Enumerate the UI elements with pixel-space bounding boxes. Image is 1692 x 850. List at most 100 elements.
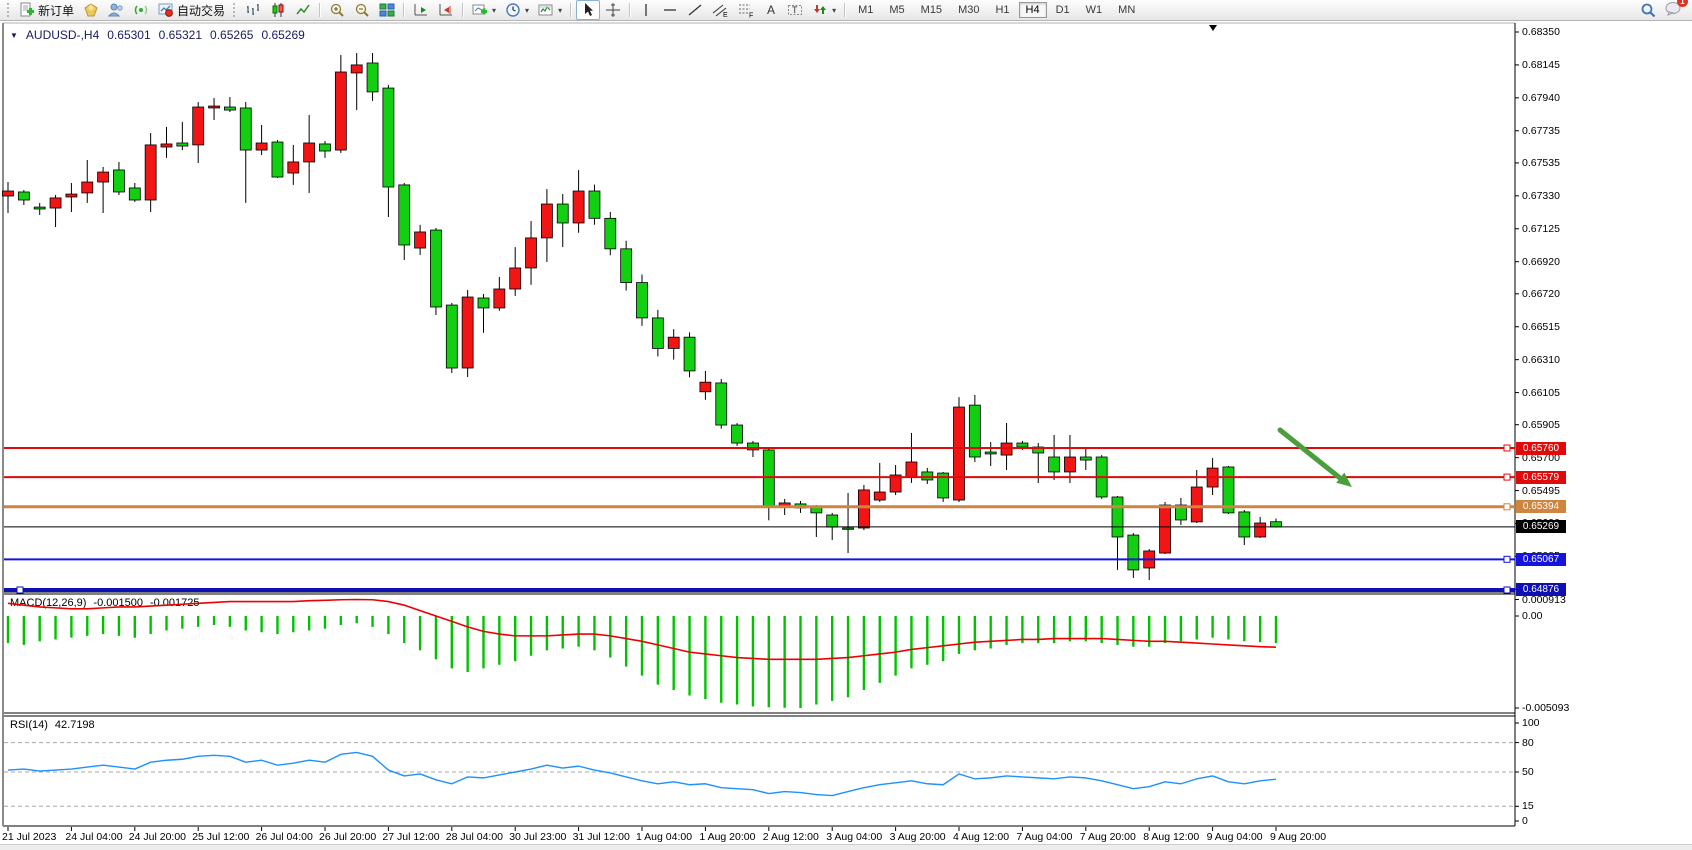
- time-tick-label[interactable]: 4 Aug 12:00: [953, 831, 1009, 843]
- notifications-button[interactable]: 1: [1664, 0, 1682, 21]
- bar-chart-button[interactable]: [241, 0, 265, 20]
- macd-value-signal: -0.001725: [150, 597, 200, 609]
- price-tick-label: 0.67125: [1522, 223, 1560, 235]
- periods-button[interactable]: ▾: [501, 0, 533, 20]
- price-tick-label: 0.68145: [1522, 59, 1560, 71]
- horizontal-line-button[interactable]: [658, 0, 682, 20]
- timeframe-h4-button[interactable]: H4: [1019, 2, 1047, 18]
- signals-button[interactable]: [129, 0, 153, 20]
- vertical-line-button[interactable]: [635, 0, 657, 20]
- time-tick-label[interactable]: 9 Aug 20:00: [1270, 831, 1326, 843]
- price-tick-label: 0.67330: [1522, 190, 1560, 202]
- time-tick-label[interactable]: 3 Aug 20:00: [890, 831, 946, 843]
- community-button[interactable]: [104, 0, 128, 20]
- hline-price-label: 0.65269: [1516, 520, 1566, 533]
- price-tick-label: 0.66515: [1522, 321, 1560, 333]
- time-tick-label[interactable]: 7 Aug 04:00: [1016, 831, 1072, 843]
- price-tick-label: 0.66105: [1522, 387, 1560, 399]
- svg-text:E: E: [723, 12, 728, 18]
- timeframe-m5-button[interactable]: M5: [882, 2, 911, 18]
- arrows-icon: [812, 2, 828, 18]
- new-order-icon: [19, 2, 35, 18]
- symbol-ohlc-header[interactable]: ▼ AUDUSD-,H4 0.65301 0.65321 0.65265 0.6…: [10, 28, 305, 42]
- toolbar-grip[interactable]: [233, 3, 237, 17]
- time-tick-label[interactable]: 3 Aug 04:00: [826, 831, 882, 843]
- template-icon: [538, 2, 554, 18]
- price-tick-label: 0.66310: [1522, 354, 1560, 366]
- auto-scroll-button[interactable]: [409, 0, 433, 20]
- macd-panel[interactable]: MACD(12,26,9) -0.001500 -0.001725: [3, 594, 1515, 713]
- macd-axis-label: -0.005093: [1522, 702, 1569, 714]
- timeframe-mn-button[interactable]: MN: [1111, 2, 1142, 18]
- vertical-line-icon: [639, 2, 653, 18]
- cursor-button[interactable]: [576, 0, 600, 20]
- time-tick-label[interactable]: 1 Aug 20:00: [699, 831, 755, 843]
- toolbar-grip[interactable]: [7, 3, 11, 17]
- timeframe-m15-button[interactable]: M15: [914, 2, 949, 18]
- line-chart-button[interactable]: [291, 0, 315, 20]
- symbol-dropdown-icon[interactable]: ▼: [10, 31, 18, 40]
- signal-icon: [133, 2, 149, 18]
- indicators-button[interactable]: ▾: [468, 0, 500, 20]
- price-tick-label: 0.65495: [1522, 485, 1560, 497]
- chevron-down-icon: ▾: [525, 6, 529, 15]
- trend-line-button[interactable]: [683, 0, 707, 20]
- window-bottom-edge: [0, 844, 1692, 850]
- time-tick-label[interactable]: 2 Aug 12:00: [763, 831, 819, 843]
- candlestick-chart-button[interactable]: [266, 0, 290, 20]
- time-tick-label[interactable]: 31 Jul 12:00: [573, 831, 630, 843]
- price-tick-label: 0.67940: [1522, 92, 1560, 104]
- chart-shift-icon: [438, 2, 454, 18]
- rsi-title-row: RSI(14) 42.7198: [10, 719, 95, 731]
- text-label-button[interactable]: T: [783, 0, 807, 20]
- timeframe-m30-button[interactable]: M30: [951, 2, 986, 18]
- price-tick-label: 0.67735: [1522, 125, 1560, 137]
- timeframe-d1-button[interactable]: D1: [1049, 2, 1077, 18]
- crosshair-button[interactable]: [601, 0, 625, 20]
- fibonacci-button[interactable]: F: [734, 0, 759, 20]
- timeframe-w1-button[interactable]: W1: [1079, 2, 1110, 18]
- trade-watch-button[interactable]: [79, 0, 103, 20]
- tile-windows-button[interactable]: [375, 0, 399, 20]
- ohlc-low: 0.65265: [210, 28, 253, 42]
- zoom-in-button[interactable]: [325, 0, 349, 20]
- time-tick-label[interactable]: 25 Jul 12:00: [192, 831, 249, 843]
- price-tick-label: 0.65905: [1522, 419, 1560, 431]
- time-tick-label[interactable]: 26 Jul 20:00: [319, 831, 376, 843]
- text-button[interactable]: A: [760, 0, 782, 20]
- time-tick-label[interactable]: 30 Jul 23:00: [509, 831, 566, 843]
- time-tick-label[interactable]: 24 Jul 20:00: [129, 831, 186, 843]
- time-tick-label[interactable]: 24 Jul 04:00: [65, 831, 122, 843]
- rsi-title: RSI(14): [10, 719, 48, 731]
- rsi-axis-label: 15: [1522, 800, 1534, 812]
- main-toolbar: 新订单 自动交易 ▾ ▾ ▾ E F A T ▾ M1M5M15M30H1H4D…: [0, 0, 1692, 21]
- timeframe-toolbar: M1M5M15M30H1H4D1W1MN: [850, 2, 1143, 18]
- rsi-axis-label: 100: [1522, 717, 1540, 729]
- price-tick-label: 0.66920: [1522, 256, 1560, 268]
- equidistant-channel-button[interactable]: E: [708, 0, 733, 20]
- price-tick-label: 0.67535: [1522, 157, 1560, 169]
- timeframe-m1-button[interactable]: M1: [851, 2, 880, 18]
- chart-shift-button[interactable]: [434, 0, 458, 20]
- arrows-button[interactable]: ▾: [808, 0, 840, 20]
- new-order-button[interactable]: 新订单: [15, 0, 78, 20]
- time-tick-label[interactable]: 1 Aug 04:00: [636, 831, 692, 843]
- zoom-out-button[interactable]: [350, 0, 374, 20]
- search-icon[interactable]: [1640, 2, 1657, 19]
- time-tick-label[interactable]: 28 Jul 04:00: [446, 831, 503, 843]
- time-tick-label[interactable]: 8 Aug 12:00: [1143, 831, 1199, 843]
- templates-button[interactable]: ▾: [534, 0, 566, 20]
- time-tick-label[interactable]: 27 Jul 12:00: [382, 831, 439, 843]
- price-tick-label: 0.68350: [1522, 26, 1560, 38]
- time-tick-label[interactable]: 26 Jul 04:00: [256, 831, 313, 843]
- time-tick-label[interactable]: 21 Jul 2023: [2, 831, 56, 843]
- tile-windows-icon: [379, 2, 395, 18]
- rsi-panel[interactable]: RSI(14) 42.7198: [3, 716, 1515, 826]
- price-chart-panel[interactable]: ▼ AUDUSD-,H4 0.65301 0.65321 0.65265 0.6…: [3, 23, 1515, 592]
- auto-trading-button[interactable]: 自动交易: [154, 0, 229, 20]
- time-tick-label[interactable]: 7 Aug 20:00: [1080, 831, 1136, 843]
- timeframe-h1-button[interactable]: H1: [988, 2, 1016, 18]
- rsi-axis-label: 0: [1522, 815, 1528, 827]
- clock-icon: [505, 2, 521, 18]
- time-tick-label[interactable]: 9 Aug 04:00: [1207, 831, 1263, 843]
